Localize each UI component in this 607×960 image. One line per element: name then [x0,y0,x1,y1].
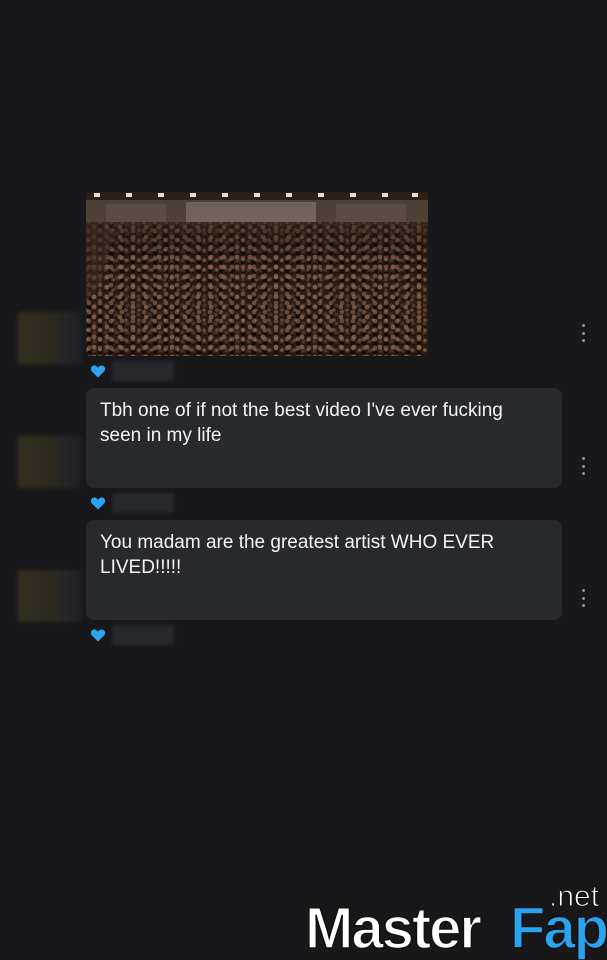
reaction-row [90,492,174,514]
heart-icon[interactable] [90,363,106,379]
heart-icon[interactable] [90,495,106,511]
avatar[interactable] [18,570,82,622]
more-options-icon[interactable] [578,457,588,475]
media-attachment[interactable] [86,192,428,356]
svg-text:Fap: Fap [510,896,607,960]
more-options-icon[interactable] [578,589,588,607]
reaction-row [90,360,174,382]
blurred-username [112,361,174,381]
message-text: You madam are the greatest artist WHO EV… [100,532,495,578]
heart-icon[interactable] [90,627,106,643]
reaction-row [90,624,174,646]
more-options-icon[interactable] [578,324,588,342]
avatar[interactable] [18,436,82,488]
watermark-logo: .net Master Fap [305,880,607,960]
blurred-username [112,493,174,513]
audience-image [86,192,428,356]
avatar[interactable] [18,312,82,364]
message-bubble[interactable]: You madam are the greatest artist WHO EV… [86,520,562,620]
message-bubble[interactable]: Tbh one of if not the best video I've ev… [86,388,562,488]
message-text: Tbh one of if not the best video I've ev… [100,400,503,446]
blurred-username [112,625,174,645]
svg-text:Master: Master [305,896,481,960]
